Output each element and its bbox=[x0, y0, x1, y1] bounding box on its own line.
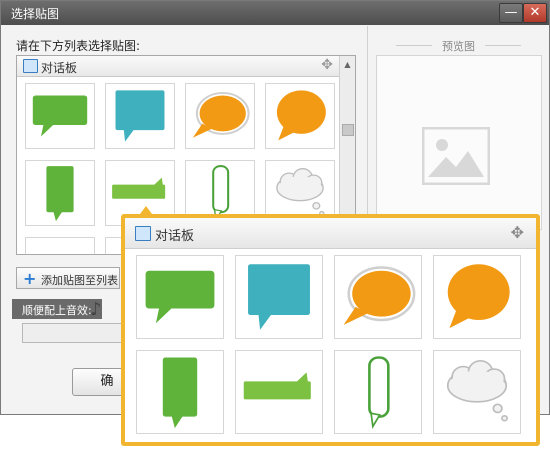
overlay-pointer bbox=[140, 206, 152, 214]
green-rect-bubble-icon bbox=[32, 95, 88, 137]
move-icon[interactable]: ✥ bbox=[321, 57, 333, 73]
close-button[interactable]: ✕ bbox=[523, 3, 547, 23]
music-field[interactable] bbox=[22, 323, 132, 343]
zoom-overlay: 对话板 ✥ bbox=[121, 214, 540, 446]
music-label-tag: 顺便配上音效: bbox=[12, 299, 102, 319]
sticker-teal-square-bubble[interactable] bbox=[105, 83, 175, 149]
sticker-orange-oval-bubble-left[interactable] bbox=[185, 83, 255, 149]
move-icon[interactable]: ✥ bbox=[511, 223, 524, 242]
overlay-category-title: 对话板 bbox=[155, 229, 195, 244]
window-title: 选择贴图 bbox=[11, 7, 60, 21]
teal-square-bubble-icon bbox=[115, 90, 165, 142]
category-header[interactable]: 对话板 ✥ bbox=[17, 56, 355, 77]
cloud-bubble-icon bbox=[446, 360, 508, 422]
sticker-orange-oval-bubble-right[interactable] bbox=[265, 83, 335, 149]
green-tall-bubble-icon bbox=[162, 357, 198, 429]
image-icon bbox=[135, 226, 151, 241]
sticker-green-tall-bubble[interactable] bbox=[25, 160, 95, 226]
green-rect-bubble-icon bbox=[145, 270, 215, 324]
sticker-green-banner-bubble[interactable] bbox=[235, 350, 323, 434]
minimize-button[interactable]: — bbox=[499, 3, 523, 23]
music-label: 顺便配上音效: bbox=[22, 304, 92, 317]
overlay-category-header[interactable]: 对话板 ✥ bbox=[125, 218, 536, 249]
add-sticker-label: 添加贴图至列表 bbox=[41, 274, 118, 287]
sticker-orange-oval-bubble-right[interactable] bbox=[433, 255, 521, 339]
sticker-cloud-bubble[interactable] bbox=[433, 350, 521, 434]
title-bar: 选择贴图 — ✕ bbox=[1, 1, 549, 25]
scroll-thumb[interactable] bbox=[342, 124, 354, 136]
green-tall-bubble-icon bbox=[46, 166, 74, 222]
music-note-icon: ♪ bbox=[90, 299, 102, 320]
add-sticker-button[interactable]: + 添加贴图至列表 bbox=[16, 267, 120, 289]
sticker-green-outline-bubble[interactable] bbox=[334, 350, 422, 434]
divider bbox=[485, 45, 521, 46]
instruction-text: 请在下方列表选择贴图: bbox=[16, 39, 141, 53]
category-title: 对话板 bbox=[41, 61, 78, 75]
plus-icon: + bbox=[23, 269, 37, 288]
sticker-green-rect-bubble[interactable] bbox=[25, 83, 95, 149]
sticker-cell-partial[interactable] bbox=[25, 237, 95, 254]
sticker-green-rect-bubble[interactable] bbox=[136, 255, 224, 339]
orange-oval-bubble-right-icon bbox=[447, 264, 510, 329]
orange-oval-bubble-left-icon bbox=[343, 266, 416, 325]
preview-label: 预览图 bbox=[442, 40, 475, 53]
sticker-orange-oval-bubble-left[interactable] bbox=[334, 255, 422, 339]
orange-oval-bubble-right-icon bbox=[276, 90, 326, 141]
green-outline-bubble-icon bbox=[368, 356, 390, 429]
scroll-up-icon[interactable]: ▲ bbox=[342, 58, 353, 71]
image-placeholder-icon bbox=[422, 127, 490, 185]
orange-oval-bubble-left-icon bbox=[192, 92, 250, 138]
teal-square-bubble-icon bbox=[248, 264, 310, 330]
green-banner-bubble-icon bbox=[242, 372, 313, 402]
sticker-teal-square-bubble[interactable] bbox=[235, 255, 323, 339]
image-icon bbox=[23, 59, 38, 73]
sticker-green-tall-bubble[interactable] bbox=[136, 350, 224, 434]
